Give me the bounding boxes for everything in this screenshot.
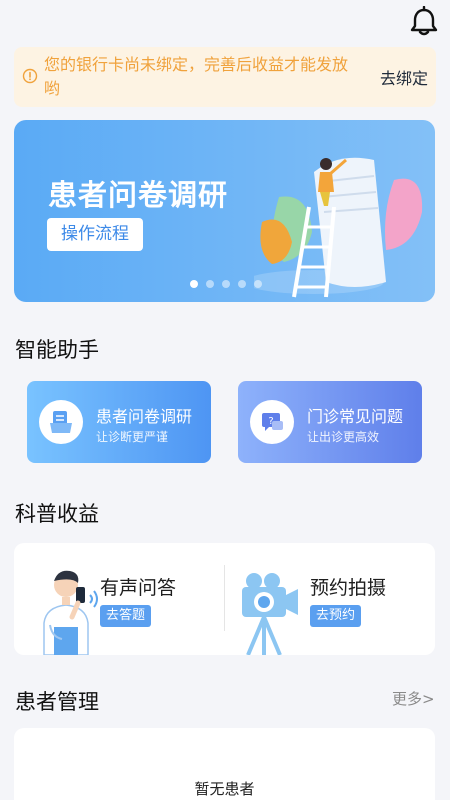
shoot-booking-title: 预约拍摄 [310, 577, 387, 599]
survey-card[interactable]: 患者问卷调研 让诊断更严谨 [27, 381, 211, 463]
info-icon [22, 68, 38, 84]
top-bar [0, 0, 450, 42]
answer-button[interactable]: 去答题 [100, 605, 152, 627]
survey-icon [39, 400, 83, 444]
patient-list: 暂无患者 [14, 728, 435, 800]
faq-card[interactable]: ? 门诊常见问题 让出诊更高效 [238, 381, 422, 463]
more-patients-link[interactable]: 更多> [392, 688, 435, 709]
earnings-section-title: 科普收益 [15, 502, 99, 526]
bind-card-link[interactable]: 去绑定 [380, 65, 428, 89]
patients-section-title: 患者管理 [15, 690, 99, 714]
banner-title: 患者问卷调研 [48, 178, 229, 212]
camera-tripod-illustration [242, 573, 298, 655]
faq-card-subtitle: 让出诊更高效 [307, 430, 380, 444]
process-button[interactable]: 操作流程 [47, 218, 143, 251]
earnings-panel: 有声问答 去答题 预约拍摄 去预约 [14, 543, 435, 655]
bank-card-notice: 您的银行卡尚未绑定，完善后收益才能发放哟 去绑定 [14, 47, 436, 107]
book-button[interactable]: 去预约 [310, 605, 362, 627]
assistant-section-title: 智能助手 [15, 338, 99, 362]
bell-icon[interactable] [410, 6, 438, 36]
carousel-dot[interactable] [254, 280, 262, 288]
notice-text: 您的银行卡尚未绑定，完善后收益才能发放哟 [44, 55, 349, 98]
audio-qa-title: 有声问答 [100, 577, 177, 599]
survey-card-subtitle: 让诊断更严谨 [96, 430, 169, 444]
carousel-dot[interactable] [238, 280, 246, 288]
survey-ladder-illustration [254, 157, 423, 298]
earnings-divider [224, 565, 225, 631]
faq-icon: ? [250, 400, 294, 444]
survey-card-title: 患者问卷调研 [96, 407, 193, 426]
promo-banner[interactable]: 患者问卷调研 操作流程 [14, 120, 435, 302]
empty-state-text: 暂无患者 [194, 780, 255, 798]
doctor-phone-illustration [43, 570, 98, 655]
carousel-dot[interactable] [190, 280, 198, 288]
carousel-dot[interactable] [222, 280, 230, 288]
carousel-dot[interactable] [206, 280, 214, 288]
faq-card-title: 门诊常见问题 [307, 407, 404, 426]
